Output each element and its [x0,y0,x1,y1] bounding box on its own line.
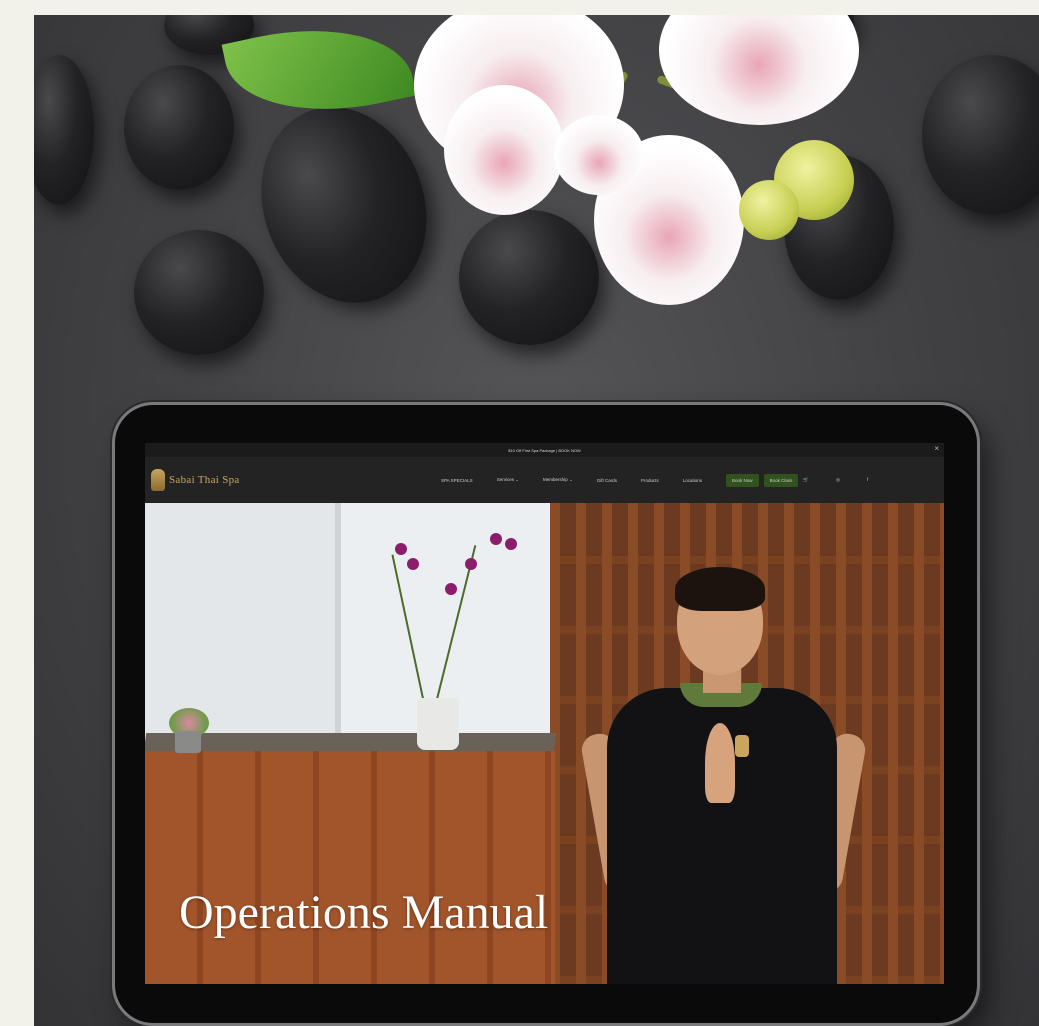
nav-item-spa-specials[interactable]: SPA SPECIALS [441,478,473,483]
main-menu: SPA SPECIALS Services ⌄ Membership ⌄ Gif… [441,457,892,503]
book-class-button[interactable]: Book Class [763,473,799,487]
nav-item-locations[interactable]: Locations [683,478,702,483]
nav-item-products[interactable]: Products [641,478,659,483]
orchid-flower [490,533,502,545]
announcement-text[interactable]: $10 Off First Spa Package | BOOK NOW [508,448,581,453]
uniform-logo-icon [735,735,749,757]
orchid-flower [407,558,419,570]
stone [34,55,94,205]
brand-name: Sabai Thai Spa [169,474,240,486]
orchid-flower [395,543,407,555]
orchid-flower [505,538,517,550]
orchid-flower [554,115,644,195]
nav-item-membership[interactable]: Membership ⌄ [543,477,573,483]
cart-icon[interactable]: 🛒 [803,477,809,483]
close-icon[interactable]: × [934,444,939,453]
nav-icons: 🛒 ◎ f [803,477,892,483]
facebook-icon[interactable]: f [867,477,868,483]
logo-icon [151,469,165,491]
nav-item-services[interactable]: Services ⌄ [497,477,519,483]
book-now-button[interactable]: Book Now [726,473,759,487]
hero-banner: Operations Manual [145,503,944,984]
orchid-flower [659,15,859,125]
stone [134,230,264,355]
stone [922,55,1039,215]
hair [675,567,765,611]
orchid-bud [739,180,799,240]
orchid-flower [465,558,477,570]
orchid-flower [445,583,457,595]
orchid-flower [444,85,564,215]
tablet-screen: $10 Off First Spa Package | BOOK NOW × S… [145,443,944,984]
tablet-device: $10 Off First Spa Package | BOOK NOW × S… [115,405,977,1023]
announcement-bar: $10 Off First Spa Package | BOOK NOW × [145,443,944,457]
hero-title: Operations Manual [179,886,549,939]
reception-countertop [145,733,557,751]
instagram-icon[interactable]: ◎ [836,477,840,483]
praying-hands [705,723,735,803]
stone [459,210,599,345]
stone [234,83,454,327]
stone [124,65,234,190]
nav-item-gift-cards[interactable]: Gift Cards [597,478,617,483]
site-navbar: Sabai Thai Spa SPA SPECIALS Services ⌄ M… [145,457,944,503]
reception-counter [145,751,555,984]
orchid-pot [417,698,459,750]
site-logo[interactable]: Sabai Thai Spa [151,469,240,491]
small-plant-pot [175,731,201,753]
